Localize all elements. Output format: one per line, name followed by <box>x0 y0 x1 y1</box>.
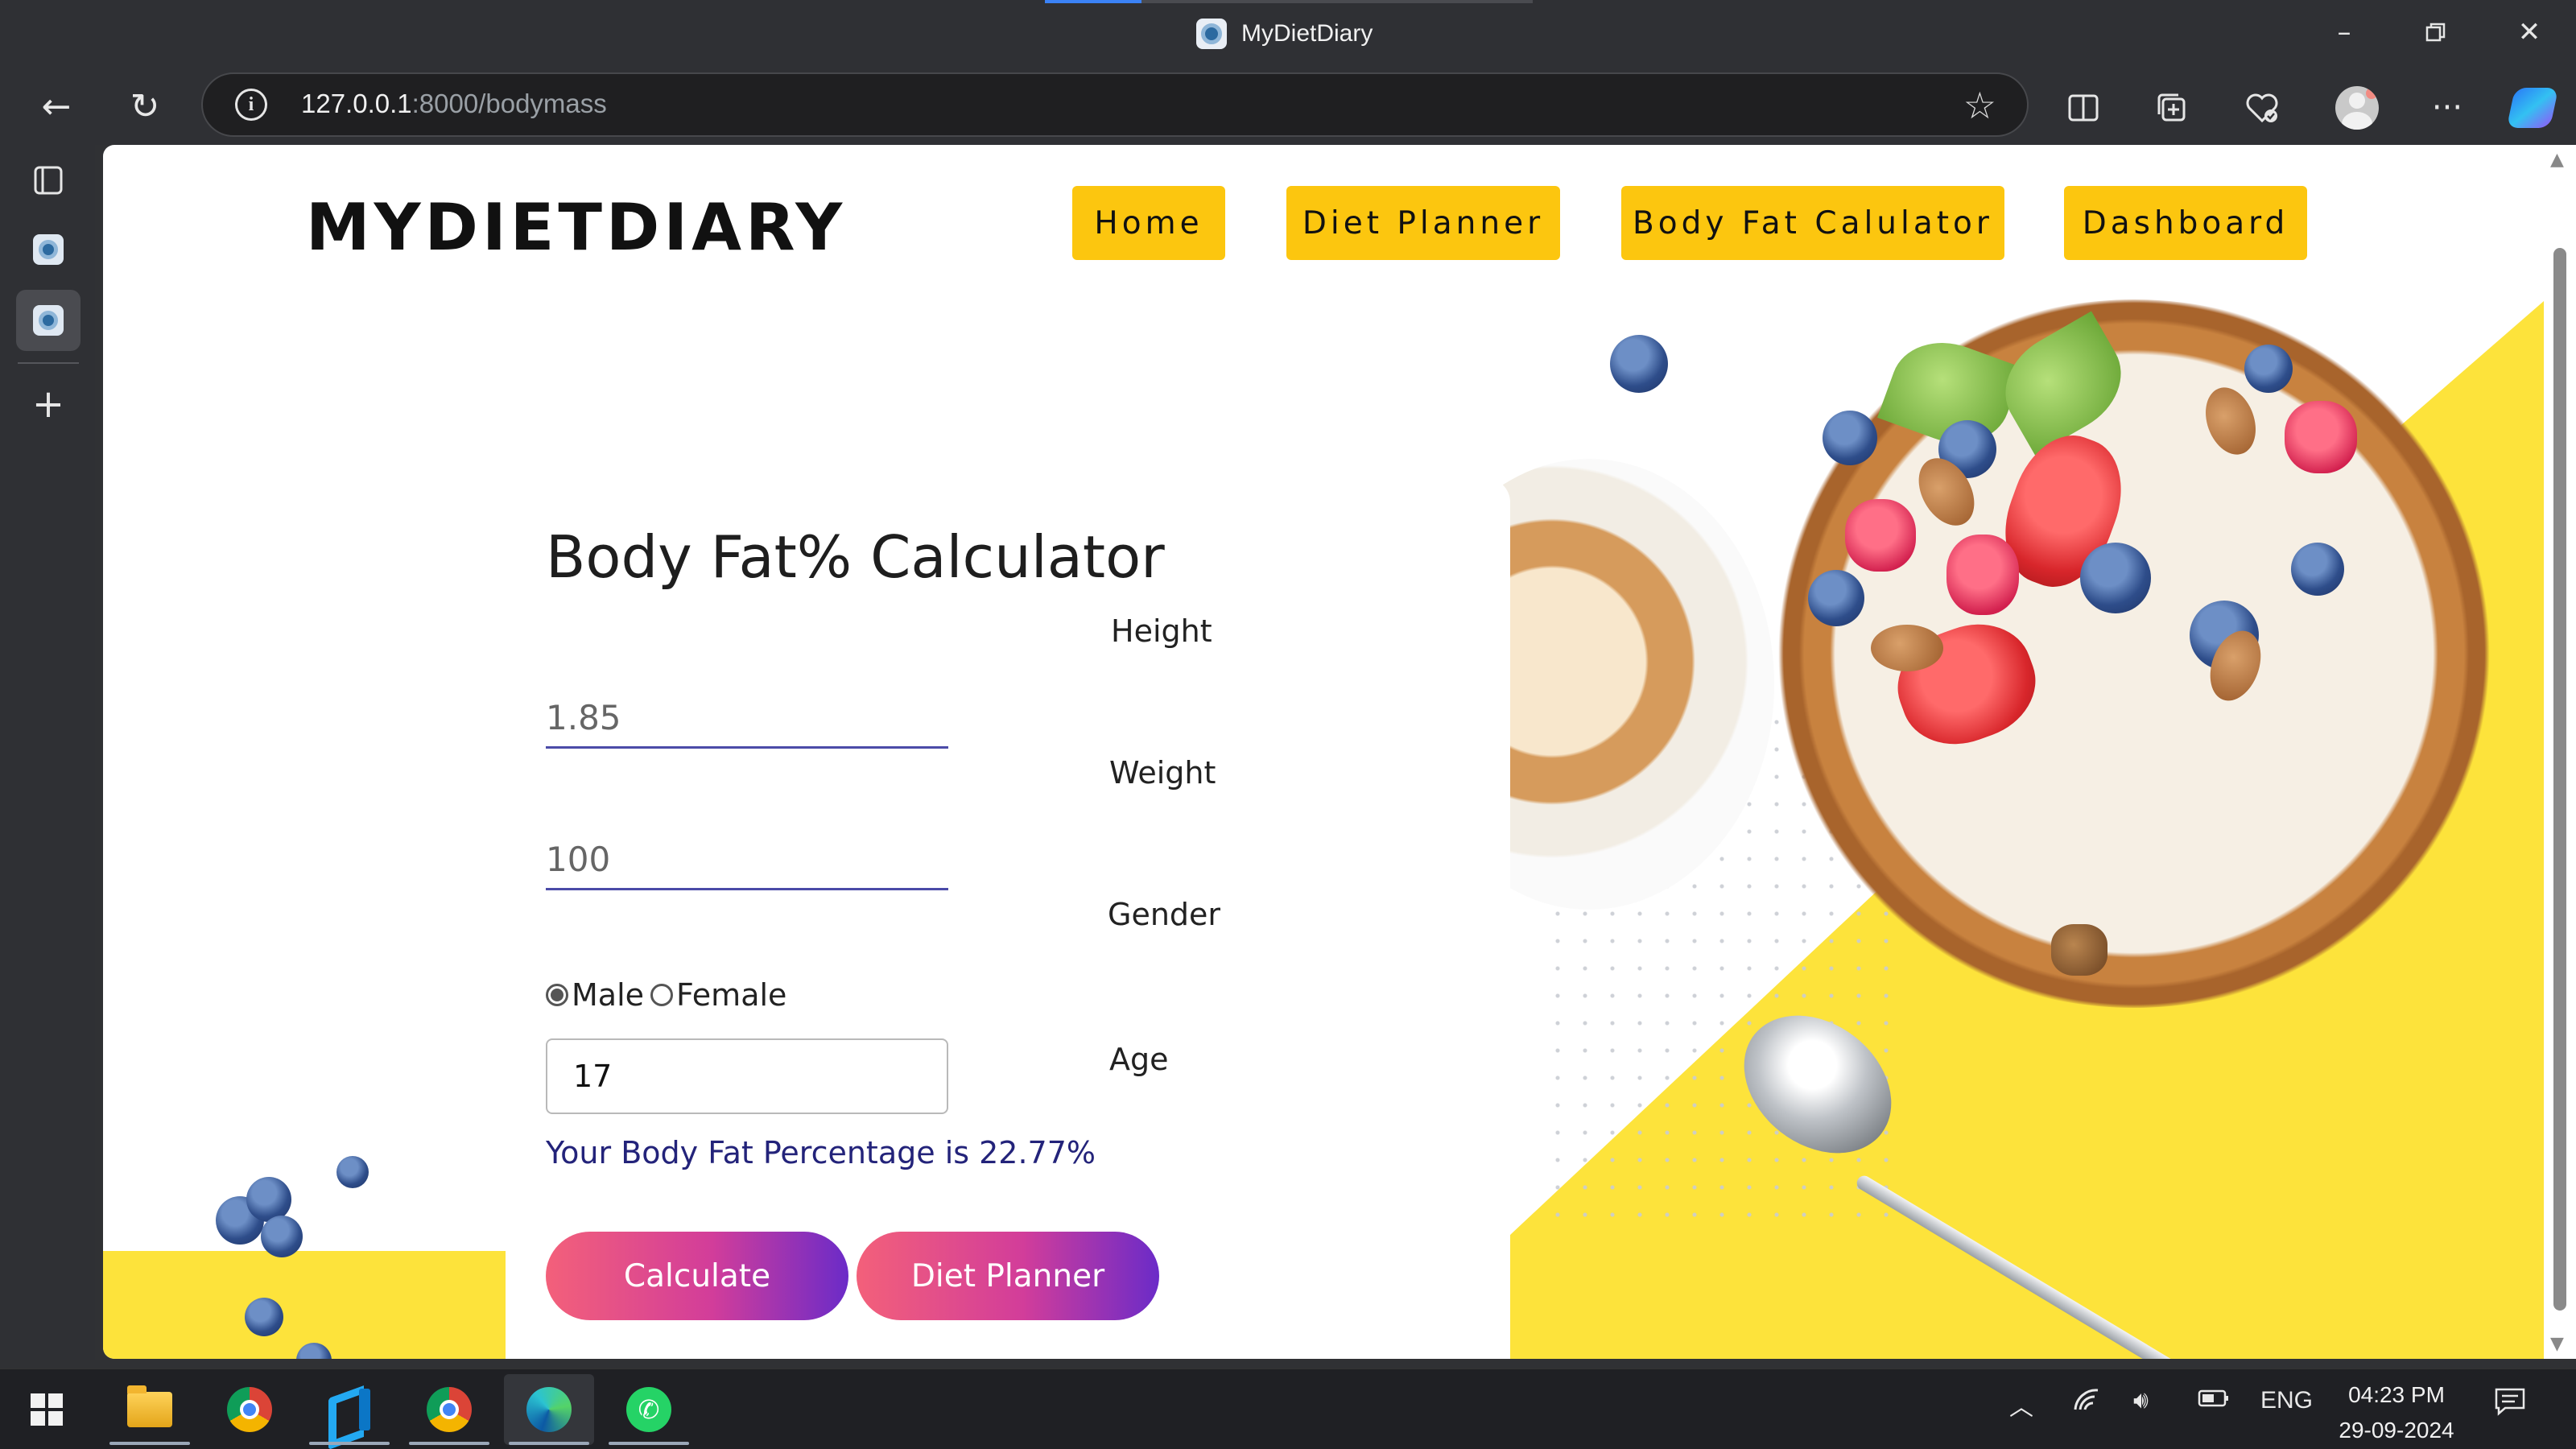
nav-body-fat-calculator-button[interactable]: Body Fat Calulator <box>1621 186 2004 260</box>
favorite-star-icon[interactable]: ☆ <box>1963 84 1996 127</box>
male-radio-label[interactable]: Male <box>572 977 644 1013</box>
height-input[interactable] <box>546 689 948 749</box>
site-logo[interactable]: MYDIETDIARY <box>306 190 846 265</box>
female-radio-label[interactable]: Female <box>676 977 786 1013</box>
calculator-card <box>506 478 1510 1359</box>
nav-dashboard-button[interactable]: Dashboard <box>2064 186 2307 260</box>
split-screen-icon[interactable] <box>2059 84 2107 132</box>
blueberry-image <box>261 1216 303 1257</box>
close-icon[interactable]: ✕ <box>2505 11 2553 53</box>
male-radio[interactable] <box>546 984 568 1006</box>
url-path: :8000/bodymass <box>411 89 607 118</box>
web-page: MYDIETDIARY Home Diet Planner Body Fat C… <box>103 145 2544 1359</box>
windows-taskbar: ✆ ︿ 🔊︎ ENG 04:23 PM 29-09-2024 <box>0 1368 2576 1449</box>
raspberry-image <box>1946 535 2019 615</box>
window-title-group: MyDietDiary <box>1196 16 1373 52</box>
blueberry-image <box>1610 335 1668 393</box>
tab-mydietdiary-1[interactable] <box>16 219 80 280</box>
nav-diet-planner-button[interactable]: Diet Planner <box>1286 186 1560 260</box>
age-input[interactable] <box>546 1038 948 1114</box>
whatsapp-icon[interactable]: ✆ <box>604 1374 694 1445</box>
weight-input[interactable] <box>546 831 948 890</box>
blueberry-image <box>2291 543 2344 596</box>
almond-image <box>1871 625 1943 671</box>
chrome-icon[interactable] <box>204 1374 295 1445</box>
profile-avatar-icon[interactable] <box>2333 84 2381 132</box>
tab-indicator-track <box>1141 0 1533 3</box>
blueberry-image <box>1823 411 1877 465</box>
blueberry-image <box>336 1156 369 1188</box>
more-options-icon[interactable]: ··· <box>2423 84 2471 132</box>
browser-toolbar: ← ↻ i 127.0.0.1:8000/bodymass ☆ ··· <box>0 64 2576 145</box>
nav-home-button[interactable]: Home <box>1072 186 1225 260</box>
start-icon[interactable] <box>2 1374 92 1445</box>
battery-icon[interactable] <box>2198 1387 2230 1414</box>
raspberry-image <box>1845 499 1916 572</box>
address-bar[interactable]: i 127.0.0.1:8000/bodymass ☆ <box>201 72 2029 137</box>
blueberry-image <box>2244 345 2293 393</box>
edge-icon[interactable] <box>504 1374 594 1445</box>
browser-essentials-icon[interactable] <box>2238 84 2286 132</box>
chrome-profile-icon[interactable] <box>404 1374 494 1445</box>
blueberry-image <box>1808 570 1864 626</box>
tab-actions-icon[interactable] <box>16 150 80 211</box>
calculate-button[interactable]: Calculate <box>546 1232 848 1320</box>
url-text[interactable]: 127.0.0.1:8000/bodymass <box>301 89 607 119</box>
collections-icon[interactable] <box>2148 84 2196 132</box>
copilot-icon[interactable] <box>2506 84 2559 132</box>
tab-mydietdiary-2[interactable] <box>16 290 80 351</box>
minimize-icon[interactable]: – <box>2320 11 2368 53</box>
vscode-icon[interactable] <box>304 1374 394 1445</box>
vertical-tab-strip: + <box>0 145 95 1360</box>
reload-icon[interactable]: ↻ <box>121 82 169 130</box>
file-explorer-icon[interactable] <box>105 1374 195 1445</box>
clock-time: 04:23 PM <box>2348 1382 2445 1407</box>
walnut-image <box>2051 924 2107 976</box>
scroll-down-arrow-icon[interactable]: ▼ <box>2550 1334 2564 1354</box>
gender-radio-group: Male Female <box>546 977 786 1013</box>
scroll-up-arrow-icon[interactable]: ▲ <box>2550 150 2564 170</box>
site-info-icon[interactable]: i <box>235 89 267 121</box>
screen: MyDietDiary – ✕ ← ↻ i 127.0.0.1:8000/bod… <box>0 0 2576 1449</box>
input-language[interactable]: ENG <box>2260 1387 2313 1414</box>
new-tab-icon[interactable]: + <box>16 374 80 435</box>
tab-indicator <box>1045 0 1141 3</box>
gender-label: Gender <box>1108 897 1221 932</box>
tab-divider <box>18 362 79 364</box>
weight-label: Weight <box>1109 755 1216 791</box>
notifications-icon[interactable] <box>2494 1387 2526 1422</box>
site-favicon-icon <box>33 305 64 336</box>
wifi-icon[interactable] <box>2072 1387 2101 1419</box>
back-icon[interactable]: ← <box>32 82 80 130</box>
restore-icon[interactable] <box>2412 11 2460 53</box>
blueberry-image <box>245 1298 283 1336</box>
decorative-yellow-band <box>103 1251 506 1359</box>
site-favicon-icon <box>33 234 64 265</box>
show-hidden-icons-chevron-icon[interactable]: ︿ <box>2009 1387 2033 1422</box>
body-fat-result: Your Body Fat Percentage is 22.77% <box>546 1135 1096 1170</box>
diet-planner-button[interactable]: Diet Planner <box>857 1232 1159 1320</box>
volume-icon[interactable]: 🔊︎ <box>2133 1387 2149 1414</box>
height-label: Height <box>1111 613 1212 649</box>
raspberry-image <box>2285 401 2357 473</box>
blueberry-image <box>2080 543 2151 613</box>
female-radio[interactable] <box>650 984 674 1006</box>
window-title: MyDietDiary <box>1241 20 1373 47</box>
system-clock[interactable]: 04:23 PM 29-09-2024 <box>2328 1377 2465 1448</box>
site-favicon-icon <box>1196 19 1227 49</box>
browser-title-bar: MyDietDiary – ✕ <box>0 0 2576 64</box>
age-label: Age <box>1109 1042 1169 1077</box>
page-title: Body Fat% Calculator <box>546 523 1165 591</box>
clock-date: 29-09-2024 <box>2339 1418 2454 1443</box>
url-host: 127.0.0.1 <box>301 89 412 118</box>
page-scrollbar[interactable]: ▲ ▼ <box>2544 145 2576 1359</box>
scrollbar-thumb[interactable] <box>2553 248 2566 1311</box>
